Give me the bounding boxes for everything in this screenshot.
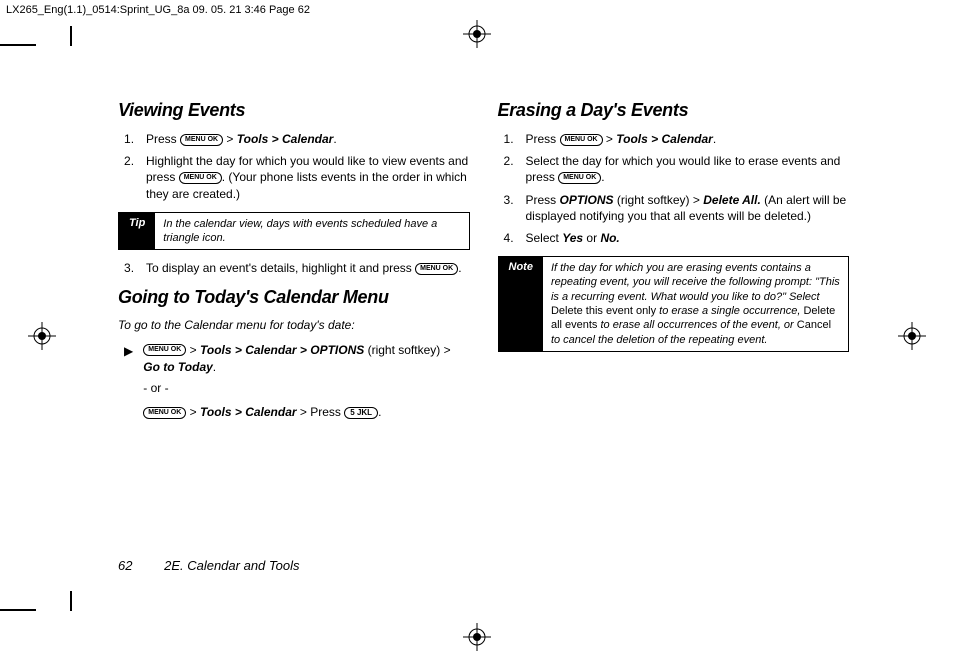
print-header: LX265_Eng(1.1)_0514:Sprint_UG_8a 09. 05.… (6, 4, 310, 16)
list-item: Select Yes or No. (526, 230, 850, 246)
text: to erase a single occurrence, (656, 305, 803, 317)
text: . (213, 360, 216, 374)
options-label: OPTIONS (560, 193, 614, 207)
registration-mark-icon (463, 623, 491, 651)
menu-ok-key-icon: MENU OK (143, 407, 186, 419)
or-divider: - or - (143, 380, 450, 397)
menu-ok-key-icon: MENU OK (143, 344, 186, 356)
page-body: Viewing Events Press MENU OK > Tools > C… (118, 100, 849, 581)
text: to cancel the deletion of the repeating … (551, 334, 768, 346)
tip-label: Tip (119, 213, 155, 250)
tip-text: In the calendar view, days with events s… (155, 213, 468, 250)
list-item: Press OPTIONS (right softkey) > Delete A… (526, 192, 850, 224)
text: . (458, 261, 461, 275)
text: > Press (297, 405, 345, 419)
list-item: Press MENU OK > Tools > Calendar. (146, 131, 470, 147)
text: . (601, 170, 604, 184)
tip-box: Tip In the calendar view, days with even… (118, 212, 470, 251)
text: (right softkey) > (614, 193, 704, 207)
note-label: Note (499, 257, 543, 351)
text: If the day for which you are erasing eve… (551, 262, 840, 303)
menu-path: Tools > Calendar (237, 132, 334, 146)
menu-ok-key-icon: MENU OK (558, 172, 601, 184)
text: or (583, 231, 600, 245)
triangle-bullet-icon: ▶ (124, 344, 133, 358)
text: Press (526, 193, 560, 207)
text: To display an event's details, highlight… (146, 261, 415, 275)
heading-going-to-today: Going to Today's Calendar Menu (118, 287, 470, 308)
crop-mark (0, 609, 36, 611)
text: > (603, 132, 617, 146)
menu-path: Tools > Calendar > OPTIONS (200, 343, 364, 357)
text: Press (146, 132, 180, 146)
text: (right softkey) > (364, 343, 450, 357)
page-number: 62 (118, 558, 132, 573)
five-key-icon: 5 JKL (344, 407, 378, 419)
crop-mark (70, 26, 72, 46)
delete-all-label: Delete All. (703, 193, 761, 207)
option-label: Delete this event only (551, 305, 656, 317)
registration-mark-icon (463, 20, 491, 48)
text: > (223, 132, 237, 146)
text: . (333, 132, 336, 146)
left-column: Viewing Events Press MENU OK > Tools > C… (118, 100, 470, 581)
text: Select (526, 231, 563, 245)
note-box: Note If the day for which you are erasin… (498, 256, 850, 352)
menu-path: Tools > Calendar (200, 405, 297, 419)
option-label: Cancel (797, 319, 831, 331)
crop-mark (0, 44, 36, 46)
right-column: Erasing a Day's Events Press MENU OK > T… (498, 100, 850, 581)
section-title: 2E. Calendar and Tools (164, 558, 299, 573)
text: Press (526, 132, 560, 146)
text: . (713, 132, 716, 146)
no-label: No. (600, 231, 619, 245)
registration-mark-icon (28, 322, 56, 350)
text: . (378, 405, 381, 419)
crop-mark (70, 591, 72, 611)
note-text: If the day for which you are erasing eve… (543, 257, 848, 351)
menu-ok-key-icon: MENU OK (180, 134, 223, 146)
page-footer: 62 2E. Calendar and Tools (118, 558, 299, 573)
list-item: Press MENU OK > Tools > Calendar. (526, 131, 850, 147)
registration-mark-icon (898, 322, 926, 350)
heading-viewing-events: Viewing Events (118, 100, 470, 121)
bullet-item: ▶ MENU OK > Tools > Calendar > OPTIONS (… (118, 342, 470, 422)
menu-ok-key-icon: MENU OK (560, 134, 603, 146)
text: to erase all occurrences of the event, o… (597, 319, 796, 331)
menu-path: Go to Today (143, 360, 213, 374)
menu-path: Tools > Calendar (616, 132, 713, 146)
menu-ok-key-icon: MENU OK (179, 172, 222, 184)
yes-label: Yes (562, 231, 583, 245)
menu-ok-key-icon: MENU OK (415, 263, 458, 275)
intro-text: To go to the Calendar menu for today's d… (118, 318, 470, 332)
list-item: To display an event's details, highlight… (146, 260, 470, 276)
list-item: Select the day for which you would like … (526, 153, 850, 185)
list-item: Highlight the day for which you would li… (146, 153, 470, 202)
heading-erasing-events: Erasing a Day's Events (498, 100, 850, 121)
